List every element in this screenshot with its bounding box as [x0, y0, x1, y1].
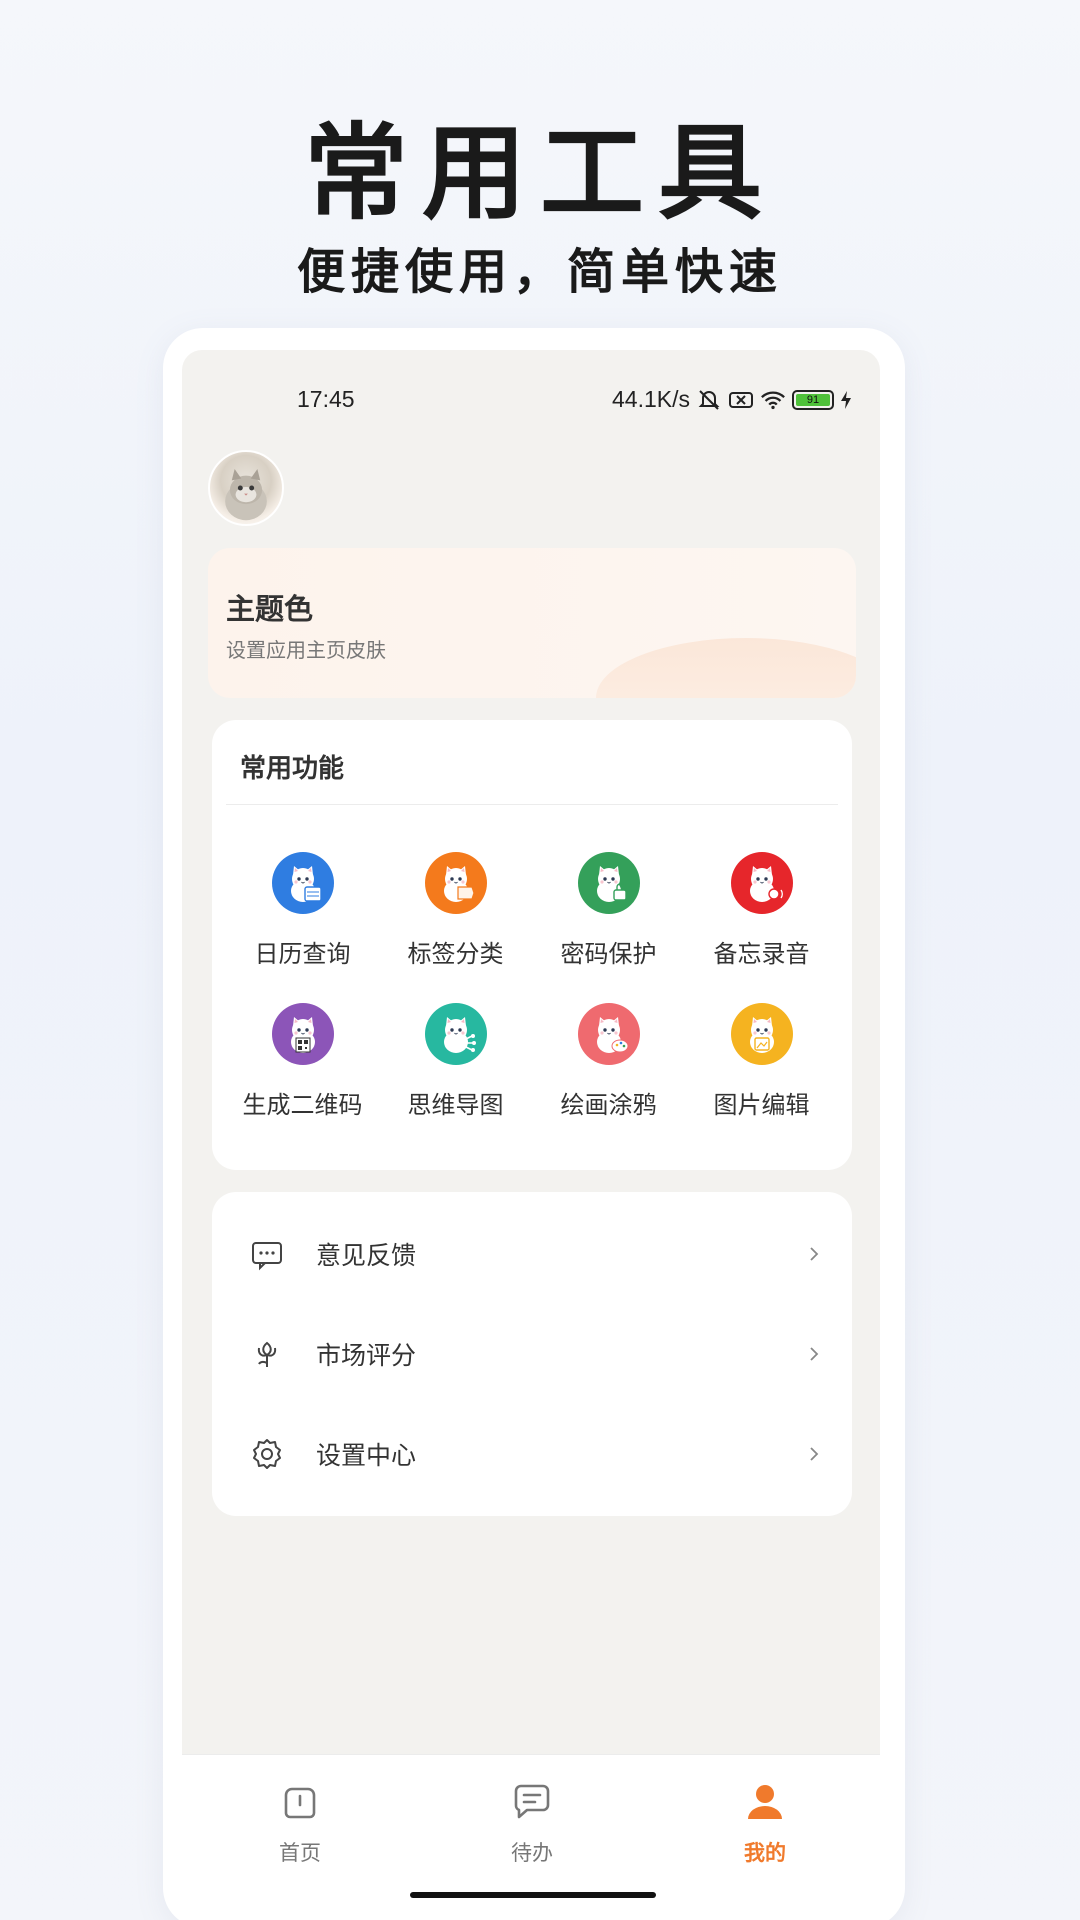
profile-icon: [742, 1779, 788, 1829]
function-item[interactable]: 思维导图: [379, 1003, 532, 1120]
status-time: 17:45: [297, 386, 355, 412]
theme-card-title: 主题色: [226, 592, 314, 626]
function-item[interactable]: 图片编辑: [685, 1003, 838, 1120]
tab-label: 首页: [279, 1841, 321, 1865]
battery-icon: 91: [792, 389, 834, 410]
avatar[interactable]: [208, 450, 284, 526]
no-sim-icon: [728, 389, 754, 411]
lock-cat-icon: [577, 852, 640, 914]
todo-icon: [509, 1779, 555, 1829]
menu-item-label: 设置中心: [316, 1441, 417, 1470]
network-speed: 44.1K/s: [612, 386, 690, 412]
tab-label: 待办: [511, 1841, 553, 1865]
app-screen: 17:45 44.1K/s 91 主题色 设置应用主页皮肤 常用功能 日历查询 …: [182, 350, 880, 1920]
theme-color-card[interactable]: 主题色 设置应用主页皮肤: [208, 548, 856, 698]
function-item-label: 思维导图: [407, 1091, 504, 1119]
feedback-icon: [250, 1237, 284, 1271]
common-functions-title: 常用功能: [240, 754, 345, 784]
function-item-label: 备忘录音: [713, 940, 810, 968]
function-item-label: 生成二维码: [242, 1091, 363, 1119]
charging-icon: [840, 389, 852, 411]
function-item[interactable]: 绘画涂鸦: [532, 1003, 685, 1120]
tag-cat-icon: [424, 852, 487, 914]
theme-card-decoration: [596, 638, 856, 698]
function-item[interactable]: 生成二维码: [226, 1003, 379, 1120]
qrcode-cat-icon: [271, 1003, 334, 1065]
wifi-icon: [760, 389, 786, 411]
menu-item[interactable]: 市场评分: [212, 1304, 852, 1404]
function-item[interactable]: 日历查询: [226, 852, 379, 969]
chevron-right-icon: [806, 1346, 822, 1362]
theme-card-description: 设置应用主页皮肤: [226, 638, 386, 662]
flower-icon: [250, 1337, 284, 1371]
function-item-label: 密码保护: [560, 940, 657, 968]
calendar-cat-icon: [271, 852, 334, 914]
chevron-right-icon: [806, 1446, 822, 1462]
function-item-label: 标签分类: [407, 940, 504, 968]
chevron-right-icon: [806, 1246, 822, 1262]
settings-menu-card: 意见反馈市场评分设置中心: [212, 1192, 852, 1516]
function-item[interactable]: 备忘录音: [685, 852, 838, 969]
promo-title: 常用工具: [303, 111, 776, 234]
status-icons: 44.1K/s 91: [612, 386, 852, 413]
battery-level: 91: [796, 393, 830, 406]
home-icon: [277, 1779, 323, 1829]
function-grid: 日历查询 标签分类 密码保护 备忘录音 生成二维码 思维导图 绘画涂鸦 图片编辑: [212, 852, 852, 1120]
menu-item[interactable]: 设置中心: [212, 1404, 852, 1504]
paint-cat-icon: [577, 1003, 640, 1065]
promo-subtitle: 便捷使用，简单快速: [296, 244, 783, 300]
tab-home[interactable]: 首页: [240, 1779, 360, 1867]
home-indicator[interactable]: [410, 1892, 656, 1898]
mindmap-cat-icon: [424, 1003, 487, 1065]
cat-avatar-icon: [225, 469, 267, 521]
menu-item[interactable]: 意见反馈: [212, 1204, 852, 1304]
divider: [226, 804, 838, 805]
menu-item-label: 市场评分: [316, 1341, 417, 1370]
tab-label: 我的: [744, 1841, 786, 1865]
record-cat-icon: [730, 852, 793, 914]
tab-profile[interactable]: 我的: [705, 1779, 825, 1867]
common-functions-card: 常用功能 日历查询 标签分类 密码保护 备忘录音 生成二维码 思维导图 绘画涂鸦…: [212, 720, 852, 1170]
status-bar: 17:45 44.1K/s 91: [182, 386, 880, 416]
function-item-label: 图片编辑: [713, 1091, 810, 1119]
function-item-label: 日历查询: [254, 940, 351, 968]
function-item-label: 绘画涂鸦: [560, 1091, 657, 1119]
image-cat-icon: [730, 1003, 793, 1065]
tab-todo[interactable]: 待办: [472, 1779, 592, 1867]
function-item[interactable]: 密码保护: [532, 852, 685, 969]
gear-icon: [250, 1437, 284, 1471]
function-item[interactable]: 标签分类: [379, 852, 532, 969]
mute-icon: [696, 389, 722, 411]
menu-item-label: 意见反馈: [316, 1241, 417, 1270]
